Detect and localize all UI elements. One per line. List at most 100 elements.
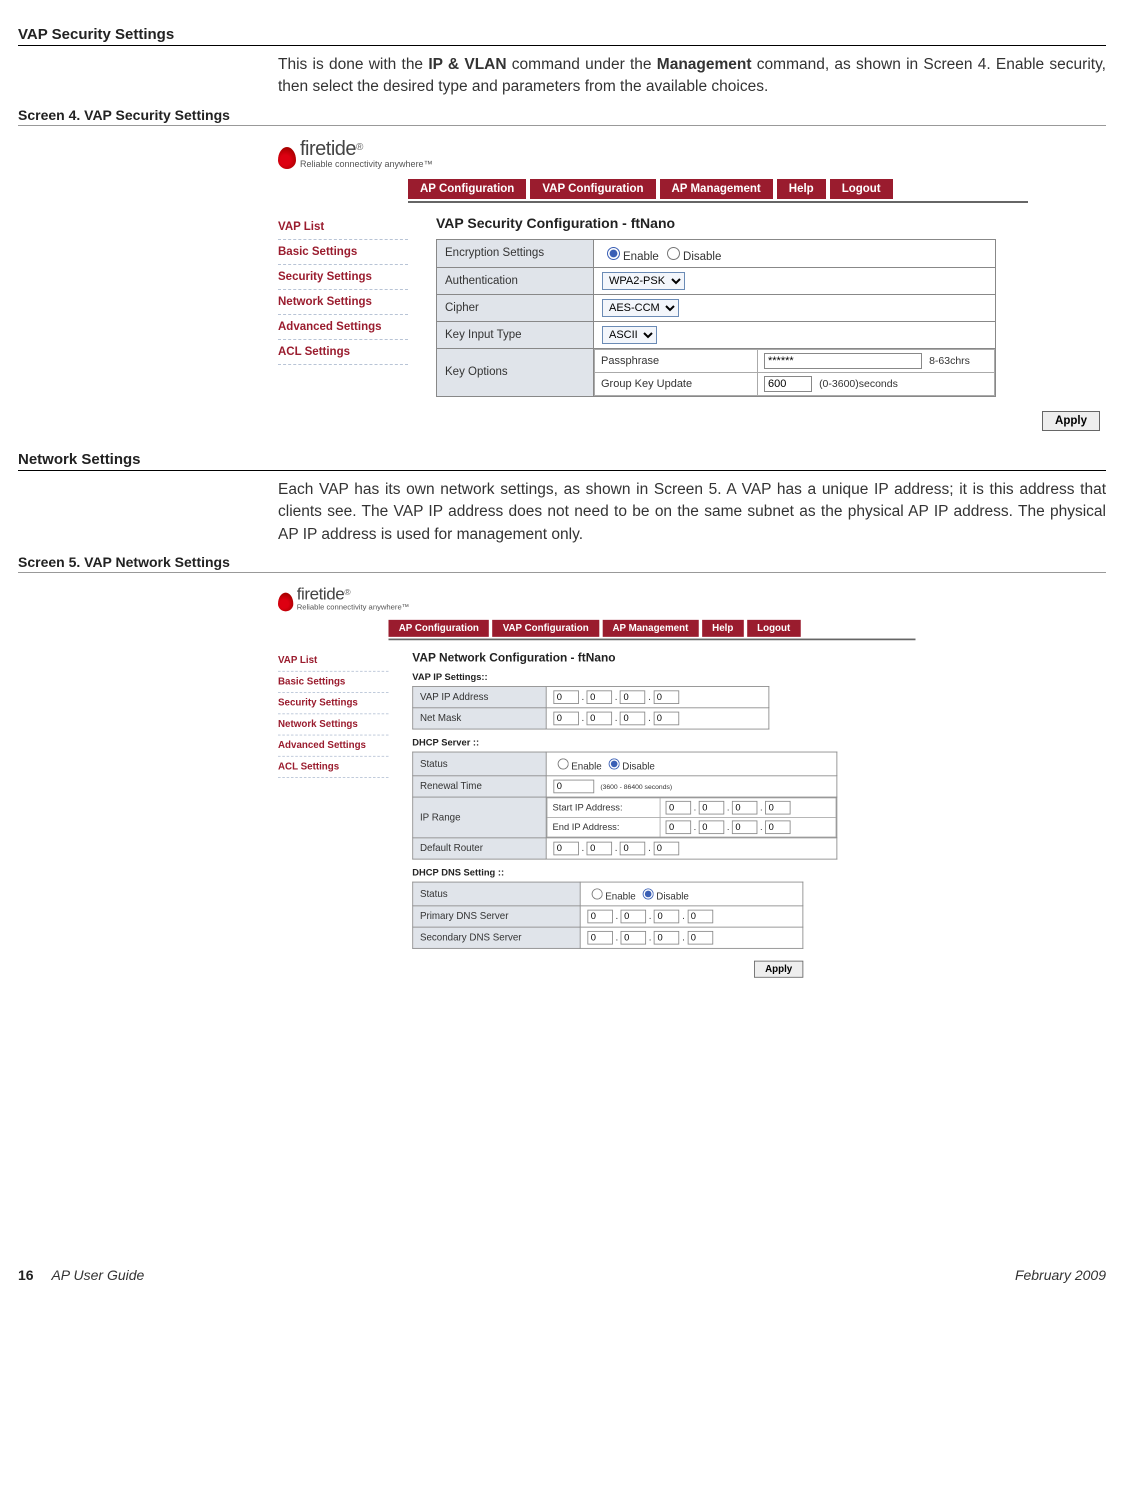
sdns-oct1[interactable] xyxy=(587,931,613,945)
side-nav: VAP List Basic Settings Security Setting… xyxy=(278,651,389,978)
tab-vap-configuration[interactable]: VAP Configuration xyxy=(492,620,598,637)
apply-button[interactable]: Apply xyxy=(754,961,803,978)
auth-label: Authentication xyxy=(437,267,594,294)
router-oct2[interactable] xyxy=(587,842,613,856)
passphrase-label: Passphrase xyxy=(595,349,758,372)
screen5-app: firetide® Reliable connectivity anywhere… xyxy=(278,585,982,978)
sidebar-item-network-settings[interactable]: Network Settings xyxy=(278,290,408,315)
netmask-oct4[interactable] xyxy=(653,712,679,726)
vap-ip-oct2[interactable] xyxy=(587,691,613,705)
pdns-oct1[interactable] xyxy=(587,910,613,924)
end-ip-oct2[interactable] xyxy=(699,821,725,835)
brand-name: firetide xyxy=(300,138,356,160)
cipher-select[interactable]: AES-CCM xyxy=(602,299,679,317)
start-ip-label: Start IP Address: xyxy=(547,798,660,818)
sidebar-item-acl-settings[interactable]: ACL Settings xyxy=(278,340,408,365)
vap-ip-oct1[interactable] xyxy=(553,691,579,705)
tab-vap-configuration[interactable]: VAP Configuration xyxy=(530,179,655,199)
tab-logout[interactable]: Logout xyxy=(830,179,893,199)
brand-tagline: Reliable connectivity anywhere™ xyxy=(300,159,433,169)
key-input-type-select[interactable]: ASCII xyxy=(602,326,657,344)
end-ip-oct1[interactable] xyxy=(666,821,692,835)
nav-divider xyxy=(408,201,1028,203)
key-options-label: Key Options xyxy=(437,348,594,396)
nav-divider xyxy=(389,639,916,641)
vap-ip-oct4[interactable] xyxy=(653,691,679,705)
dns-enable-radio[interactable] xyxy=(592,889,603,900)
vap-ip-oct3[interactable] xyxy=(620,691,646,705)
sidebar-item-basic-settings[interactable]: Basic Settings xyxy=(278,672,389,693)
sidebar-item-vap-list[interactable]: VAP List xyxy=(278,651,389,672)
content-title-network: VAP Network Configuration - ftNano xyxy=(412,651,982,665)
tab-help[interactable]: Help xyxy=(702,620,744,637)
start-ip-oct3[interactable] xyxy=(732,801,758,815)
sidebar-item-advanced-settings[interactable]: Advanced Settings xyxy=(278,736,389,757)
default-router-label: Default Router xyxy=(413,838,546,859)
body-text-1: This is done with the IP & VLAN command … xyxy=(278,54,1106,99)
group-key-label: Group Key Update xyxy=(595,372,758,395)
tab-ap-management[interactable]: AP Management xyxy=(602,620,698,637)
pdns-oct4[interactable] xyxy=(687,910,713,924)
brand-tagline: Reliable connectivity anywhere™ xyxy=(297,603,410,612)
start-ip-oct4[interactable] xyxy=(765,801,791,815)
group-key-hint: (0-3600)seconds xyxy=(819,378,898,390)
dhcp-disable-radio[interactable] xyxy=(609,759,620,770)
pdns-oct3[interactable] xyxy=(654,910,680,924)
section-heading-vap-security: VAP Security Settings xyxy=(18,26,1106,46)
security-form-table: Encryption Settings Enable Disable Authe… xyxy=(436,239,996,397)
encryption-enable-radio[interactable] xyxy=(607,247,620,260)
router-oct1[interactable] xyxy=(553,842,579,856)
dhcp-enable-radio[interactable] xyxy=(558,759,569,770)
sdns-oct2[interactable] xyxy=(621,931,647,945)
encryption-disable-radio[interactable] xyxy=(667,247,680,260)
passphrase-input[interactable] xyxy=(764,353,922,369)
sdns-oct3[interactable] xyxy=(654,931,680,945)
screen4-caption: Screen 4. VAP Security Settings xyxy=(18,107,1106,126)
start-ip-oct2[interactable] xyxy=(699,801,725,815)
sdns-oct4[interactable] xyxy=(687,931,713,945)
netmask-oct3[interactable] xyxy=(620,712,646,726)
primary-dns-label: Primary DNS Server xyxy=(413,906,580,927)
group-key-input[interactable] xyxy=(764,376,812,392)
sidebar-item-network-settings[interactable]: Network Settings xyxy=(278,715,389,736)
sidebar-item-vap-list[interactable]: VAP List xyxy=(278,215,408,240)
tab-help[interactable]: Help xyxy=(777,179,826,199)
sidebar-item-advanced-settings[interactable]: Advanced Settings xyxy=(278,315,408,340)
flame-icon xyxy=(278,147,296,169)
tab-ap-configuration[interactable]: AP Configuration xyxy=(408,179,526,199)
renewal-time-input[interactable] xyxy=(553,780,594,794)
end-ip-oct3[interactable] xyxy=(732,821,758,835)
pdns-oct2[interactable] xyxy=(621,910,647,924)
router-oct3[interactable] xyxy=(620,842,646,856)
content-title-security: VAP Security Configuration - ftNano xyxy=(436,215,1106,231)
tab-ap-management[interactable]: AP Management xyxy=(660,179,773,199)
tab-logout[interactable]: Logout xyxy=(747,620,801,637)
netmask-label: Net Mask xyxy=(413,708,546,729)
page-number: 16 xyxy=(18,1267,34,1283)
router-oct4[interactable] xyxy=(653,842,679,856)
end-ip-oct4[interactable] xyxy=(765,821,791,835)
top-nav: AP Configuration VAP Configuration AP Ma… xyxy=(389,620,982,637)
sidebar-item-security-settings[interactable]: Security Settings xyxy=(278,693,389,714)
apply-button[interactable]: Apply xyxy=(1042,411,1100,431)
vap-ip-label: VAP IP Address xyxy=(413,687,546,708)
sidebar-item-acl-settings[interactable]: ACL Settings xyxy=(278,757,389,778)
secondary-dns-label: Secondary DNS Server xyxy=(413,927,580,948)
vap-ip-heading: VAP IP Settings:: xyxy=(412,673,982,683)
auth-select[interactable]: WPA2-PSK xyxy=(602,272,685,290)
sidebar-item-security-settings[interactable]: Security Settings xyxy=(278,265,408,290)
netmask-oct2[interactable] xyxy=(587,712,613,726)
start-ip-oct1[interactable] xyxy=(666,801,692,815)
tab-ap-configuration[interactable]: AP Configuration xyxy=(389,620,490,637)
body-text-2: Each VAP has its own network settings, a… xyxy=(278,479,1106,546)
side-nav: VAP List Basic Settings Security Setting… xyxy=(278,215,408,431)
brand-name: firetide xyxy=(297,585,345,604)
dns-disable-radio[interactable] xyxy=(643,889,654,900)
key-input-type-label: Key Input Type xyxy=(437,321,594,348)
renewal-time-label: Renewal Time xyxy=(413,776,546,797)
brand-logo: firetide® Reliable connectivity anywhere… xyxy=(278,138,1106,169)
netmask-oct1[interactable] xyxy=(553,712,579,726)
guide-label: AP User Guide xyxy=(51,1267,144,1283)
ip-range-label: IP Range xyxy=(413,797,546,838)
sidebar-item-basic-settings[interactable]: Basic Settings xyxy=(278,240,408,265)
